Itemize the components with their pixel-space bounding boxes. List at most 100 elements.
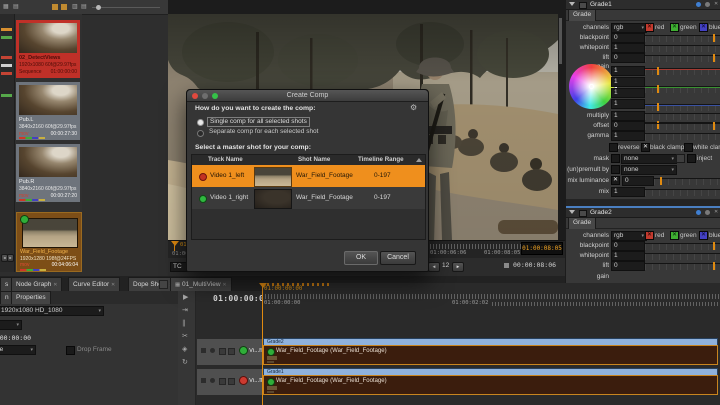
select-tool-icon[interactable]: ▶ bbox=[183, 294, 188, 302]
sort-asc-icon[interactable] bbox=[416, 158, 422, 162]
tree-item[interactable] bbox=[1, 44, 12, 47]
solo-icon[interactable] bbox=[219, 378, 226, 385]
close-panel-icon[interactable]: ✕ bbox=[714, 209, 718, 215]
lift-slider[interactable] bbox=[645, 262, 720, 270]
track-header-video1-left[interactable]: Vi...ft bbox=[196, 368, 264, 396]
format-dropdown[interactable]: 1920x1080 HD_1080 ▾ bbox=[0, 306, 104, 316]
blend-icon[interactable] bbox=[228, 348, 235, 355]
multiply-input[interactable]: 1 bbox=[611, 111, 645, 121]
slip-tool-icon[interactable]: ◈ bbox=[182, 346, 187, 354]
blackpoint-input[interactable]: 0 bbox=[611, 33, 645, 43]
gamma-input[interactable]: 1 bbox=[611, 131, 645, 141]
black-clamp-checkbox[interactable]: ✕ bbox=[641, 143, 650, 152]
bin-item-war-footage-selected[interactable]: War_Field_Footage 1920x1280 198f@24FPS m… bbox=[16, 212, 82, 272]
lift-input[interactable]: 0 bbox=[611, 261, 645, 271]
mix-input[interactable]: 1 bbox=[611, 187, 645, 197]
red-channel-checkbox[interactable]: ✕ bbox=[645, 23, 654, 32]
gain-b-slider[interactable] bbox=[645, 103, 720, 111]
mix-luminance-slider[interactable] bbox=[654, 177, 720, 185]
track-offline-icon[interactable] bbox=[239, 376, 248, 385]
lift-input[interactable]: 0 bbox=[611, 53, 645, 63]
bin-next-button[interactable]: ▸ bbox=[7, 254, 14, 262]
clip-war-field-footage[interactable]: War_Field_Footage (War_Field_Footage) bbox=[263, 375, 718, 395]
gamma-slider[interactable] bbox=[645, 133, 720, 140]
whitepoint-slider[interactable] bbox=[645, 253, 720, 260]
ripple-tool-icon[interactable]: ⇥ bbox=[182, 307, 188, 315]
premult-dropdown[interactable]: none ▾ bbox=[621, 165, 677, 175]
close-tab-icon[interactable]: ✕ bbox=[111, 282, 115, 288]
gain-r-slider[interactable] bbox=[645, 67, 720, 75]
center-node-icon[interactable] bbox=[696, 210, 701, 215]
center-node-icon[interactable] bbox=[696, 2, 701, 7]
col-track-name[interactable]: Track Name bbox=[208, 156, 243, 163]
minimize-window-icon[interactable] bbox=[202, 93, 208, 99]
node-color-chip[interactable] bbox=[579, 2, 587, 9]
slider-knob[interactable] bbox=[96, 5, 101, 10]
whitepoint-input[interactable]: 1 bbox=[611, 251, 645, 261]
pane-split-button[interactable] bbox=[159, 280, 168, 289]
tab-properties[interactable]: Properties bbox=[11, 291, 51, 304]
table-row[interactable]: Video 1_right War_Field_Footage 0-197 bbox=[192, 187, 425, 209]
reverse-checkbox[interactable] bbox=[609, 143, 618, 152]
zoom-window-icon[interactable] bbox=[212, 93, 218, 99]
offset-input[interactable]: 0 bbox=[611, 121, 645, 131]
gain-r-input[interactable]: 1 bbox=[611, 66, 645, 76]
mix-luminance-input[interactable]: 0 bbox=[622, 176, 654, 186]
viewer-scrollbar[interactable] bbox=[559, 18, 562, 64]
timeline-ruler[interactable]: 01:00:00:00 01:00:00:00 01:00:02:02 bbox=[262, 283, 720, 311]
tab-curve-editor[interactable]: Curve Editor ✕ bbox=[68, 277, 121, 291]
tree-item[interactable] bbox=[1, 72, 12, 75]
thumbnail-size-slider[interactable] bbox=[92, 5, 160, 10]
table-row-selected[interactable]: Video 1_left War_Field_Footage 0-197 bbox=[192, 165, 425, 187]
visibility-icon[interactable] bbox=[210, 348, 215, 353]
filter-icon[interactable]: ▤ bbox=[81, 3, 87, 11]
green-channel-checkbox[interactable]: ✕ bbox=[670, 23, 679, 32]
visibility-icon[interactable] bbox=[210, 378, 215, 383]
tab-timeline[interactable]: ▦ 01_MultiView ✕ bbox=[170, 277, 232, 291]
collapse-arrow-icon[interactable] bbox=[569, 210, 575, 214]
dialog-titlebar[interactable]: Create Comp bbox=[187, 90, 428, 102]
track-header-video1-right[interactable]: Vi...ht bbox=[196, 338, 264, 366]
float-panel-icon[interactable] bbox=[705, 210, 710, 215]
close-tab-icon[interactable]: ✕ bbox=[222, 282, 226, 288]
inject-checkbox[interactable] bbox=[687, 154, 696, 163]
cancel-button[interactable]: Cancel bbox=[380, 251, 416, 265]
razor-tool-icon[interactable]: ✂ bbox=[182, 333, 188, 341]
track-online-icon[interactable] bbox=[239, 346, 248, 355]
tree-item[interactable] bbox=[1, 56, 12, 59]
gain-a-input[interactable]: 1 bbox=[611, 99, 645, 109]
start-timecode[interactable]: 01:00:00:00 bbox=[0, 334, 31, 342]
close-tab-icon[interactable]: ✕ bbox=[53, 282, 57, 288]
multiply-slider[interactable] bbox=[645, 113, 720, 120]
blackpoint-slider[interactable] bbox=[645, 34, 720, 42]
whitepoint-input[interactable]: 1 bbox=[611, 43, 645, 53]
solo-icon[interactable] bbox=[219, 348, 226, 355]
tree-item[interactable] bbox=[1, 28, 12, 31]
green-channel-checkbox[interactable]: ✕ bbox=[670, 231, 679, 240]
close-panel-icon[interactable]: ✕ bbox=[714, 1, 718, 7]
list-view-icon[interactable]: ▤ bbox=[13, 3, 19, 11]
timeline-current-tc[interactable]: 01:00:00:00 bbox=[213, 294, 269, 303]
step-back-button[interactable]: ◄ bbox=[428, 262, 440, 272]
blend-icon[interactable] bbox=[228, 378, 235, 385]
node-name[interactable]: Grade2 bbox=[590, 209, 612, 216]
clip-war-field-footage[interactable]: War_Field_Footage (War_Field_Footage) bbox=[263, 345, 718, 365]
red-channel-checkbox[interactable]: ✕ bbox=[645, 231, 654, 240]
blue-channel-checkbox[interactable]: ✕ bbox=[699, 231, 708, 240]
step-forward-button[interactable]: ► bbox=[452, 262, 464, 272]
mask-checkbox[interactable] bbox=[611, 154, 620, 163]
node-name[interactable]: Grade1 bbox=[590, 1, 612, 8]
gain-g-input[interactable]: 1 bbox=[611, 77, 645, 87]
ok-button[interactable]: OK bbox=[344, 251, 378, 265]
retime-tool-icon[interactable]: ↻ bbox=[182, 359, 188, 367]
roll-tool-icon[interactable]: ∥ bbox=[182, 320, 186, 328]
mix-slider[interactable] bbox=[645, 189, 720, 196]
tree-item[interactable] bbox=[1, 94, 12, 97]
whitepoint-slider[interactable] bbox=[645, 45, 720, 52]
gain-b-input[interactable]: 1 bbox=[611, 88, 645, 98]
premult-checkbox[interactable] bbox=[611, 165, 620, 174]
channels-dropdown[interactable]: rgb ▾ bbox=[611, 231, 647, 241]
tab-grade[interactable]: Grade bbox=[568, 217, 597, 229]
timeline-playhead[interactable] bbox=[262, 283, 263, 405]
timeline-playhead-marker[interactable] bbox=[259, 283, 267, 288]
